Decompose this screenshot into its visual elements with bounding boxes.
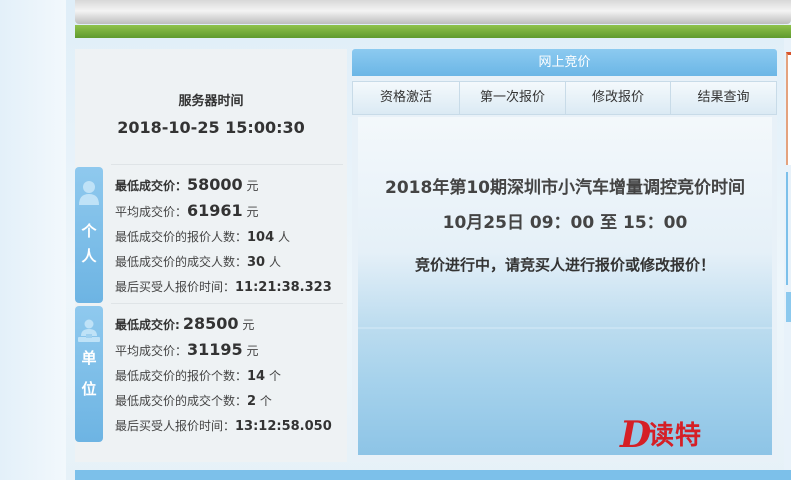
banner-grass-strip — [75, 25, 791, 38]
auction-tabs: 资格激活 第一次报价 修改报价 结果查询 — [352, 81, 777, 115]
side-card-partial — [786, 292, 791, 322]
winners-value: 30 — [247, 255, 266, 270]
banner-silver-bar — [75, 0, 791, 24]
auction-panel-header: 网上竞价 — [352, 49, 777, 76]
last-time-value: 11:21:38.323 — [235, 280, 332, 295]
tab-first-bid[interactable]: 第一次报价 — [459, 81, 566, 115]
server-time-title: 服务器时间 — [178, 94, 244, 109]
avg-price-label: 平均成交价： — [115, 205, 188, 219]
side-card-partial — [786, 172, 791, 285]
avg-price-line: 平均成交价：31195 元 — [115, 340, 259, 359]
divider — [111, 164, 343, 165]
side-card-partial — [786, 52, 791, 165]
watermark-logo: D 读特 — [620, 415, 750, 455]
bidders-label: 最低成交价的报价个数： — [115, 369, 248, 383]
avg-price-value: 61961 — [187, 201, 243, 220]
divider — [111, 303, 343, 304]
bidders-value: 14 — [247, 369, 266, 384]
logo-text: 读特 — [648, 421, 703, 451]
bidders-line: 最低成交价的报价个数：14 个 — [115, 367, 281, 384]
min-price-value: 28500 — [182, 314, 239, 333]
winners-line: 最低成交价的成交人数：30 人 — [115, 253, 281, 270]
last-time-value: 13:12:58.050 — [235, 419, 332, 434]
min-price-label: 最低成交价： — [115, 179, 188, 193]
last-time-label: 最后买受人报价时间： — [115, 280, 236, 294]
person-icon — [79, 181, 99, 205]
min-price-line: 最低成交价：58000 元 — [115, 175, 259, 194]
personal-tab-label-2: 人 — [81, 247, 97, 265]
winners-line: 最低成交价的成交个数：2 个 — [115, 392, 272, 409]
last-time-line: 最后买受人报价时间：11:21:38.323 — [115, 278, 332, 295]
top-banner — [75, 0, 791, 40]
winners-label: 最低成交价的成交个数： — [115, 394, 248, 408]
logo-mark: D — [620, 414, 652, 455]
avg-price-value: 31195 — [187, 340, 243, 359]
personal-tab-label-1: 个 — [81, 222, 97, 240]
auction-notice-area: 2018年第10期深圳市小汽车增量调控竞价时间 10月25日 09：00 至 1… — [358, 117, 772, 455]
avg-price-line: 平均成交价：61961 元 — [115, 201, 259, 220]
unit-tab-label-2: 位 — [81, 380, 97, 398]
auction-panel: 网上竞价 资格激活 第一次报价 修改报价 结果查询 2018年第10期深圳市小汽… — [352, 49, 777, 462]
notice-time: 10月25日 09：00 至 15：00 — [442, 213, 688, 233]
notice-title: 2018年第10期深圳市小汽车增量调控竞价时间 — [385, 178, 745, 198]
unit-tab-label-1: 单 — [81, 349, 97, 367]
avg-price-label: 平均成交价： — [115, 344, 188, 358]
winners-label: 最低成交价的成交人数： — [115, 255, 248, 269]
server-time-box: 服务器时间 2018-10-25 15:00:30 — [75, 49, 347, 164]
personal-stats: 个 人 最低成交价：58000 元 平均成交价：61961 元 最低成交价的报价… — [75, 164, 347, 303]
server-time-value: 2018-10-25 15:00:30 — [117, 118, 305, 137]
winners-unit: 个 — [259, 394, 272, 408]
last-time-line: 最后买受人报价时间：13:12:58.050 — [115, 417, 332, 434]
winners-unit: 人 — [268, 255, 281, 269]
personal-tab[interactable]: 个 人 — [75, 167, 103, 303]
unit-stats: 单 位 最低成交价: 28500 元 平均成交价：31195 元 最低成交价的报价… — [75, 303, 347, 442]
page-background-left — [0, 0, 66, 480]
tab-qualification-activation[interactable]: 资格激活 — [352, 81, 460, 115]
min-price-unit: 元 — [242, 318, 255, 332]
bottom-bar — [75, 470, 791, 480]
bidders-unit: 人 — [277, 230, 290, 244]
group-icon — [78, 319, 100, 342]
avg-price-unit: 元 — [246, 205, 259, 219]
min-price-line: 最低成交价: 28500 元 — [115, 314, 254, 333]
avg-price-unit: 元 — [246, 344, 259, 358]
bidders-value: 104 — [247, 230, 275, 245]
bidders-unit: 个 — [268, 369, 281, 383]
min-price-value: 58000 — [187, 175, 243, 194]
notice-status: 竞价进行中，请竞买人进行报价或修改报价！ — [414, 256, 715, 274]
horizon-line — [358, 327, 772, 329]
winners-value: 2 — [247, 394, 257, 409]
stats-panel: 服务器时间 2018-10-25 15:00:30 个 人 最低成交价：5800… — [75, 49, 347, 462]
min-price-label: 最低成交价: — [115, 318, 180, 332]
bidders-line: 最低成交价的报价人数：104 人 — [115, 228, 290, 245]
last-time-label: 最后买受人报价时间： — [115, 419, 236, 433]
bidders-label: 最低成交价的报价人数： — [115, 230, 248, 244]
unit-tab[interactable]: 单 位 — [75, 306, 103, 442]
tab-modify-bid[interactable]: 修改报价 — [565, 81, 671, 115]
min-price-unit: 元 — [246, 179, 259, 193]
tab-result-query[interactable]: 结果查询 — [670, 81, 777, 115]
